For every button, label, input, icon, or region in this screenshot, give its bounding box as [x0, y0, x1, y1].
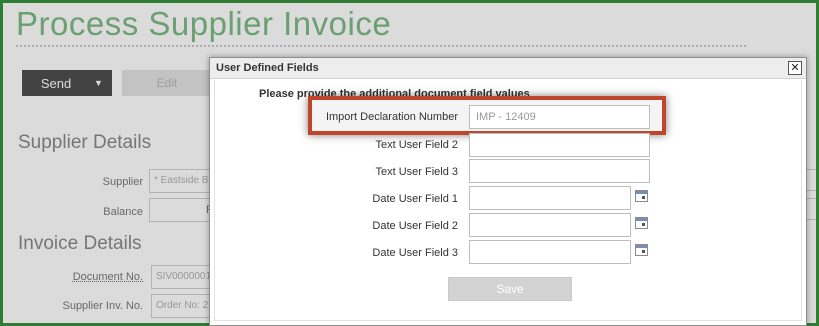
text-user-field-2-label: Text User Field 2	[375, 139, 458, 151]
date-user-field-1-label: Date User Field 1	[372, 193, 458, 205]
text-user-field-3-input[interactable]	[469, 159, 650, 183]
save-button[interactable]: Save	[448, 277, 572, 301]
date-user-field-1-input[interactable]	[469, 186, 631, 210]
import-declaration-number-label: Import Declaration Number	[325, 111, 458, 123]
close-icon[interactable]: ✕	[788, 61, 802, 75]
dialog-title: User Defined Fields	[216, 62, 319, 74]
date-user-field-3-label: Date User Field 3	[372, 247, 458, 259]
calendar-icon[interactable]	[635, 217, 648, 229]
calendar-icon[interactable]	[635, 190, 648, 202]
dialog-titlebar[interactable]: User Defined Fields ✕	[210, 58, 806, 79]
date-user-field-2-input[interactable]	[469, 213, 631, 237]
text-user-field-3-label: Text User Field 3	[375, 166, 458, 178]
date-user-field-3-input[interactable]	[469, 240, 631, 264]
calendar-icon[interactable]	[635, 244, 648, 256]
date-user-field-2-label: Date User Field 2	[372, 220, 458, 232]
import-declaration-number-input[interactable]	[469, 105, 650, 129]
user-defined-fields-dialog: User Defined Fields ✕ Please provide the…	[209, 57, 807, 326]
text-user-field-2-input[interactable]	[469, 133, 650, 157]
